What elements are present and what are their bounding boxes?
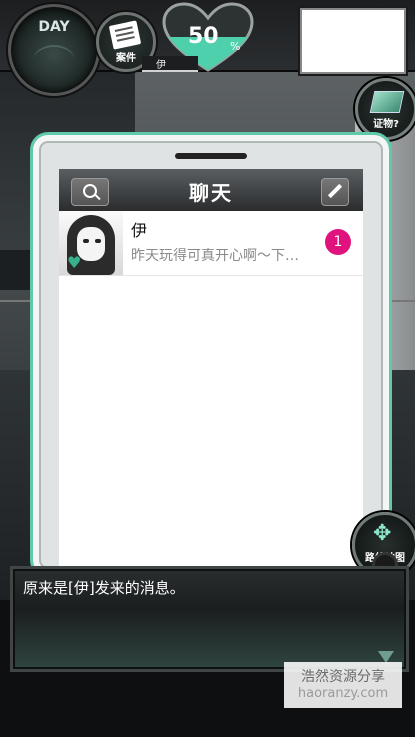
phone-screen: 聊天 ♥ 伊 昨天玩得可真开心啊～下… 1 (59, 169, 363, 575)
heart-icon: ♥ (67, 253, 82, 272)
avatar-eye-right (95, 239, 101, 243)
chat-sender-name: 伊 (131, 221, 148, 240)
affection-percent-unit: % (230, 40, 241, 53)
memo-icon (108, 20, 142, 50)
chat-message-preview: 昨天玩得可真开心啊～下… (131, 248, 299, 264)
pencil-icon[interactable] (321, 178, 349, 206)
day-orb-decoration (33, 45, 75, 77)
evidence-label: 证物? (373, 119, 399, 130)
smartphone: 聊天 ♥ 伊 昨天玩得可真开心啊～下… 1 (30, 132, 392, 578)
cross-arrows-icon: ✥ (373, 521, 392, 546)
affection-percent: 50 (188, 24, 219, 49)
avatar-eye-left (83, 239, 89, 243)
phone-speaker (175, 153, 247, 159)
evidence-button[interactable]: 证物? (355, 78, 415, 140)
day-label: DAY (38, 19, 70, 35)
chat-title: 聊天 (189, 181, 233, 205)
evidence-box-icon (369, 91, 405, 113)
item-slot[interactable] (300, 8, 406, 74)
dialog-text: 原来是[伊]发来的消息。 (23, 579, 185, 597)
watermark-line2: haoranzy.com (297, 686, 389, 701)
chat-header: 聊天 (59, 169, 363, 211)
dialog-box[interactable]: 原来是[伊]发来的消息。 (10, 566, 409, 672)
avatar: ♥ (59, 211, 123, 275)
watermark: 浩然资源分享 haoranzy.com (284, 662, 402, 708)
chat-list-item[interactable]: ♥ 伊 昨天玩得可真开心啊～下… 1 (59, 211, 363, 276)
character-tag: 伊 (142, 56, 198, 72)
watermark-line1: 浩然资源分享 (301, 669, 385, 685)
unread-badge: 1 (325, 229, 351, 255)
day-indicator: DAY (8, 4, 100, 96)
character-tag-label: 伊 (156, 60, 166, 71)
